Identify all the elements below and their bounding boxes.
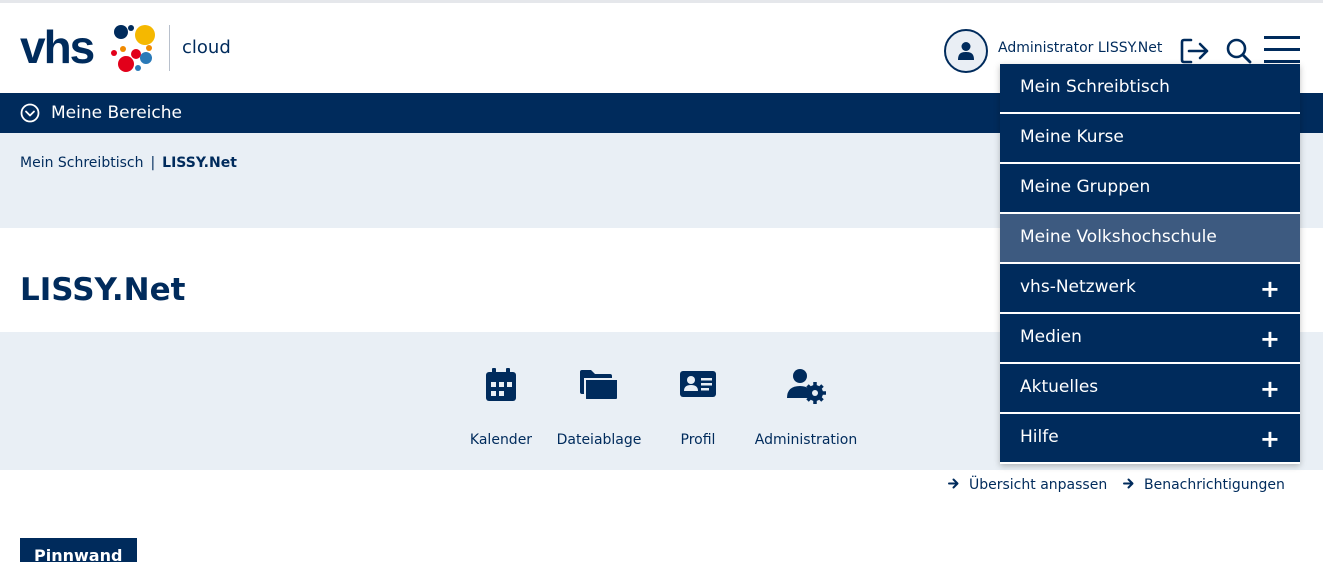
- logo-dots-icon: [111, 25, 155, 72]
- expand-plus-icon[interactable]: +: [1260, 327, 1280, 351]
- id-card-icon: [680, 371, 716, 397]
- pinnwand-tab[interactable]: Pinnwand: [20, 538, 137, 562]
- logo-subtitle: cloud: [182, 37, 231, 58]
- benachrichtigungen-link[interactable]: Benachrichtigungen: [1123, 477, 1285, 493]
- chevron-circle-down-icon: [20, 103, 40, 123]
- menu-item-aktuelles[interactable]: Aktuelles +: [1000, 364, 1300, 414]
- menu-item-vhs-netzwerk[interactable]: vhs-Netzwerk +: [1000, 264, 1300, 314]
- breadcrumb-item-current: LISSY.Net: [162, 155, 237, 171]
- quick-link-label: Profil: [680, 432, 716, 448]
- vhs-logo[interactable]: vhs: [20, 23, 160, 75]
- menu-item-label: Meine Kurse: [1020, 127, 1124, 147]
- breadcrumb: Mein Schreibtisch | LISSY.Net: [20, 155, 237, 171]
- breadcrumb-item-schreibtisch[interactable]: Mein Schreibtisch: [20, 155, 143, 171]
- expand-plus-icon[interactable]: +: [1260, 427, 1280, 451]
- user-gear-icon: [787, 369, 826, 404]
- expand-plus-icon[interactable]: +: [1260, 377, 1280, 401]
- folder-icon: [580, 370, 619, 401]
- hamburger-menu-icon[interactable]: [1264, 35, 1300, 65]
- menu-item-label: Meine Volkshochschule: [1020, 227, 1217, 247]
- page-title: LISSY.Net: [20, 272, 186, 308]
- menu-item-meine-kurse[interactable]: Meine Kurse: [1000, 114, 1300, 164]
- search-icon[interactable]: [1226, 38, 1252, 64]
- user-avatar-icon[interactable]: [944, 29, 988, 73]
- menu-item-label: Aktuelles: [1020, 377, 1099, 397]
- menu-item-label: Hilfe: [1020, 427, 1059, 447]
- quick-link-label: Kalender: [469, 432, 533, 448]
- arrow-right-icon: [1123, 478, 1134, 489]
- logout-icon[interactable]: [1180, 38, 1210, 64]
- expand-plus-icon[interactable]: +: [1260, 277, 1280, 301]
- menu-item-mein-schreibtisch[interactable]: Mein Schreibtisch: [1000, 64, 1300, 114]
- quick-link-kalender[interactable]: Kalender: [461, 332, 541, 470]
- quick-link-profil[interactable]: Profil: [668, 332, 728, 470]
- menu-item-meine-gruppen[interactable]: Meine Gruppen: [1000, 164, 1300, 214]
- uebersicht-anpassen-label: Übersicht anpassen: [969, 477, 1108, 493]
- menu-item-meine-volkshochschule[interactable]: Meine Volkshochschule: [1000, 214, 1300, 264]
- quick-link-label: Dateiablage: [556, 432, 642, 448]
- arrow-right-icon: [948, 478, 959, 489]
- meine-bereiche-label: Meine Bereiche: [51, 103, 182, 123]
- breadcrumb-separator: |: [150, 155, 156, 171]
- quick-link-dateiablage[interactable]: Dateiablage: [552, 332, 646, 470]
- quick-link-label: Administration: [754, 432, 858, 448]
- calendar-icon: [486, 368, 516, 401]
- logo-divider: [169, 25, 170, 71]
- quick-link-administration[interactable]: Administration: [750, 332, 862, 470]
- uebersicht-anpassen-link[interactable]: Übersicht anpassen: [948, 477, 1107, 493]
- menu-item-label: Medien: [1020, 327, 1082, 347]
- user-name[interactable]: Administrator LISSY.Net: [998, 40, 1162, 56]
- main-dropdown-menu: Mein Schreibtisch Meine Kurse Meine Grup…: [1000, 64, 1300, 464]
- menu-item-hilfe[interactable]: Hilfe +: [1000, 414, 1300, 464]
- menu-item-medien[interactable]: Medien +: [1000, 314, 1300, 364]
- menu-item-label: Meine Gruppen: [1020, 177, 1151, 197]
- menu-item-label: Mein Schreibtisch: [1020, 77, 1170, 97]
- menu-item-label: vhs-Netzwerk: [1020, 277, 1136, 297]
- benachrichtigungen-label: Benachrichtigungen: [1144, 477, 1285, 493]
